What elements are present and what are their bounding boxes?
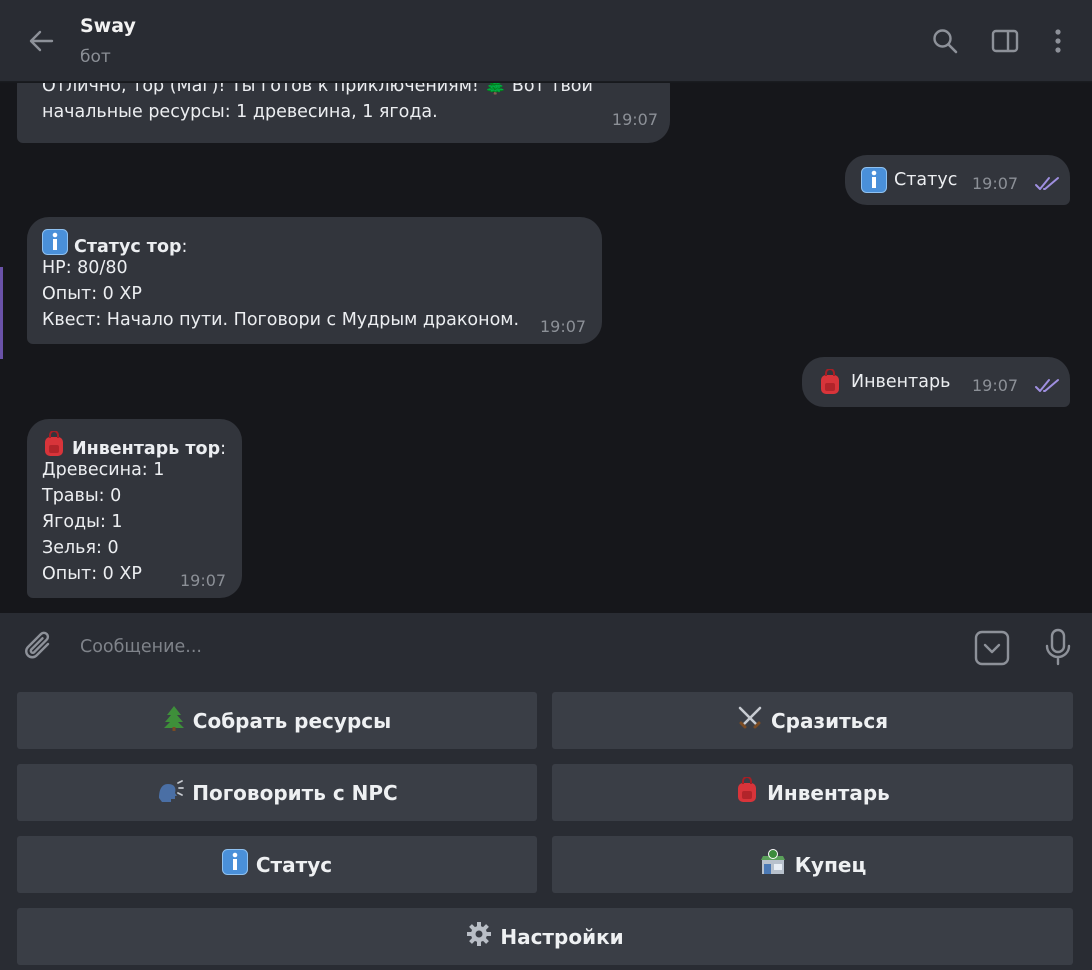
button-label: Статус [255, 852, 333, 877]
speaking-head-icon [156, 778, 185, 807]
chat-header: Sway бот [0, 0, 1092, 82]
talk-npc-button[interactable]: Поговорить с NPC [17, 764, 537, 821]
paperclip-icon[interactable] [22, 629, 56, 665]
chat-title[interactable]: Sway [80, 15, 136, 37]
search-icon[interactable] [930, 26, 960, 56]
message-outgoing[interactable]: Статус 19:07 [845, 155, 1070, 205]
status-button[interactable]: Статус [17, 836, 537, 893]
button-label: Купец [794, 852, 867, 877]
read-ticks-icon [1035, 379, 1059, 392]
reply-keyboard: Собрать ресурсы Сразиться Поговорить с N… [0, 683, 1092, 970]
gather-resources-button[interactable]: Собрать ресурсы [17, 692, 537, 749]
message-time: 19:07 [972, 376, 1019, 395]
crossed-swords-icon [737, 705, 763, 736]
message-line: Зелья: 0 [42, 538, 119, 558]
button-label: Собрать ресурсы [192, 708, 392, 733]
message-line: Опыт: 0 XP [42, 564, 142, 584]
button-label: Инвентарь [767, 780, 890, 805]
chat-subtitle: бот [80, 47, 111, 67]
button-label: Сразиться [770, 708, 889, 733]
tree-icon [163, 705, 185, 736]
message-composer [0, 613, 1092, 683]
unread-accent-bar [0, 267, 3, 359]
button-label: Поговорить с NPC [192, 780, 398, 805]
message-time: 19:07 [611, 110, 658, 129]
backpack-icon [818, 368, 842, 403]
more-vertical-icon[interactable] [1043, 26, 1073, 56]
sidebar-toggle-icon[interactable] [990, 26, 1020, 56]
message-line: Ягоды: 1 [42, 512, 123, 532]
message-time: 19:07 [180, 571, 227, 590]
backpack-icon [735, 776, 759, 808]
message-line: HP: 80/80 [42, 258, 128, 278]
message-line: Травы: 0 [42, 486, 122, 506]
chat-window: Sway бот Отлично, тор (Маг)! Ты готов к … [0, 0, 1092, 970]
message-line: Древесина: 1 [42, 460, 165, 480]
fight-button[interactable]: Сразиться [552, 692, 1073, 749]
read-ticks-icon [1035, 177, 1059, 190]
message-time: 19:07 [972, 174, 1019, 193]
inventory-button[interactable]: Инвентарь [552, 764, 1073, 821]
message-line: Опыт: 0 XP [42, 284, 142, 304]
message-incoming[interactable]: Отлично, тор (Маг)! Ты готов к приключен… [17, 83, 670, 143]
message-line: начальные ресурсы: 1 древесина, 1 ягода. [42, 102, 438, 122]
message-text: Статус [894, 170, 958, 190]
merchant-button[interactable]: Купец [552, 836, 1073, 893]
message-time: 19:07 [540, 317, 587, 336]
button-label: Настройки [500, 924, 624, 949]
message-input[interactable] [80, 631, 900, 663]
message-incoming[interactable]: Статус тор: HP: 80/80 Опыт: 0 XP Квест: … [27, 217, 602, 344]
settings-button[interactable]: Настройки [17, 908, 1073, 965]
arrow-left-icon[interactable] [26, 26, 56, 56]
info-icon [221, 849, 248, 880]
message-outgoing[interactable]: Инвентарь 19:07 [802, 357, 1070, 407]
message-text: Инвентарь [851, 372, 951, 392]
shop-icon [759, 849, 787, 880]
message-list[interactable]: Отлично, тор (Маг)! Ты готов к приключен… [0, 83, 1092, 613]
keyboard-toggle-icon[interactable] [973, 629, 1011, 667]
microphone-icon[interactable] [1042, 627, 1074, 667]
message-incoming[interactable]: Инвентарь тор: Древесина: 1 Травы: 0 Яго… [27, 419, 242, 598]
message-line: Квест: Начало пути. Поговори с Мудрым др… [42, 310, 520, 330]
gear-icon [466, 921, 492, 952]
message-line: Отлично, тор (Маг)! Ты готов к приключен… [42, 83, 593, 96]
info-icon [861, 167, 887, 201]
